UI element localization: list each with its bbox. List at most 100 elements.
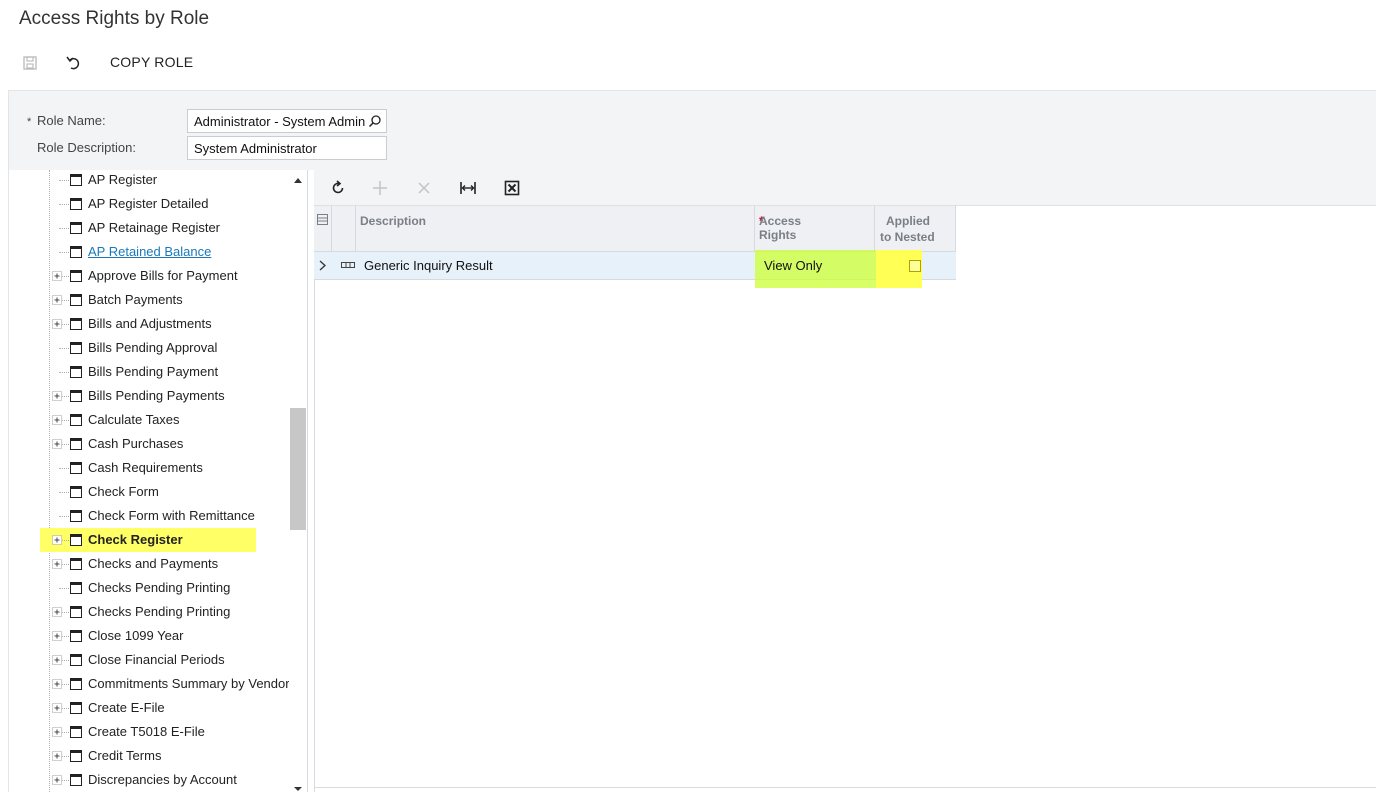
tree-connector (59, 492, 69, 493)
page-icon (70, 270, 82, 282)
delete-icon[interactable] (415, 179, 433, 197)
tree-item[interactable]: Calculate Taxes (8, 408, 290, 432)
fit-columns-icon[interactable] (459, 179, 477, 197)
tree-connector (59, 588, 69, 589)
tree-item[interactable]: Check Form with Remittance (8, 504, 290, 528)
tree-connector (59, 372, 69, 373)
tree-item-label: Bills Pending Payments (88, 388, 225, 403)
grid-bottom-border (314, 787, 1376, 788)
tree-item[interactable]: Checks Pending Printing (8, 600, 290, 624)
tree-item-label[interactable]: AP Retained Balance (88, 244, 211, 259)
tree-item[interactable]: Cash Purchases (8, 432, 290, 456)
tree-item[interactable]: AP Register (8, 168, 290, 192)
tree-item-label: Check Form (88, 484, 159, 499)
tree-item[interactable]: Check Form (8, 480, 290, 504)
page-icon (70, 726, 82, 738)
tree-item[interactable]: Bills and Adjustments (8, 312, 290, 336)
expand-icon[interactable] (52, 559, 62, 569)
tree-item-label: Cash Requirements (88, 460, 203, 475)
tree-item[interactable]: Close 1099 Year (8, 624, 290, 648)
copy-role-button[interactable]: COPY ROLE (110, 54, 193, 70)
expand-icon[interactable] (52, 679, 62, 689)
tree-item[interactable]: Create T5018 E-File (8, 720, 290, 744)
page-icon (70, 318, 82, 330)
expand-icon[interactable] (52, 727, 62, 737)
scroll-up-icon[interactable] (293, 176, 303, 184)
page-icon (70, 414, 82, 426)
save-icon[interactable] (21, 54, 39, 72)
row-access-rights[interactable]: View Only (764, 258, 822, 286)
tree-item-label: Check Form with Remittance (88, 508, 255, 523)
tree-item[interactable]: Checks and Payments (8, 552, 290, 576)
tree-item[interactable]: Batch Payments (8, 288, 290, 312)
tree-scroll-thumb[interactable] (290, 408, 306, 530)
tree-item-label: Checks and Payments (88, 556, 219, 571)
tree-item[interactable]: Checks Pending Printing (8, 576, 290, 600)
tree-item-label: AP Register (88, 172, 158, 187)
applied-to-nested-checkbox[interactable] (909, 260, 921, 272)
add-icon[interactable] (371, 179, 389, 197)
tree-item[interactable]: Cash Requirements (8, 456, 290, 480)
tree-item[interactable]: Check Register (8, 528, 290, 552)
expand-icon[interactable] (52, 751, 62, 761)
page-icon (70, 246, 82, 258)
expand-icon[interactable] (52, 703, 62, 713)
search-icon[interactable] (368, 114, 382, 128)
export-excel-icon[interactable] (503, 179, 521, 197)
expand-icon[interactable] (52, 415, 62, 425)
expand-icon[interactable] (52, 607, 62, 617)
page-icon (70, 510, 82, 522)
tree-item[interactable]: Discrepancies by Account (8, 768, 290, 792)
row-expand-icon[interactable] (319, 260, 326, 271)
tree-item[interactable]: Create E-File (8, 696, 290, 720)
expand-icon[interactable] (52, 655, 62, 665)
tree-item[interactable]: Credit Terms (8, 744, 290, 768)
access-rights-header[interactable]: * Access Rights (755, 206, 875, 252)
tree-item[interactable]: Bills Pending Payments (8, 384, 290, 408)
tree-item[interactable]: Commitments Summary by Vendor (8, 672, 290, 696)
tree-item-label: Cash Purchases (88, 436, 184, 451)
tree-item[interactable]: AP Register Detailed (8, 192, 290, 216)
main-toolbar: COPY ROLE (0, 48, 1376, 78)
expand-icon[interactable] (52, 271, 62, 281)
tree-connector (59, 228, 69, 229)
page-icon (70, 774, 82, 786)
tree-item-label: Discrepancies by Account (88, 772, 237, 787)
role-description-field[interactable]: System Administrator (187, 136, 387, 160)
row-description[interactable]: Generic Inquiry Result (364, 258, 493, 286)
row-type-icon (341, 262, 355, 268)
description-header[interactable]: Description (356, 206, 755, 252)
required-marker: * (27, 116, 32, 128)
tree-item-label: Bills Pending Payment (88, 364, 219, 379)
column-settings-icon[interactable] (317, 214, 328, 225)
tree-item-label: Bills and Adjustments (88, 316, 212, 331)
expand-icon[interactable] (52, 391, 62, 401)
tree-item-label: Batch Payments (88, 292, 183, 307)
tree-item[interactable]: Bills Pending Approval (8, 336, 290, 360)
tree-item[interactable]: Bills Pending Payment (8, 360, 290, 384)
scroll-down-icon[interactable] (293, 786, 303, 792)
tree-item[interactable]: AP Retained Balance (8, 240, 290, 264)
applied-to-nested-header[interactable]: Applied to Nested (875, 206, 956, 252)
expand-icon[interactable] (52, 775, 62, 785)
expand-icon[interactable] (52, 295, 62, 305)
page-icon (70, 558, 82, 570)
expand-icon[interactable] (52, 439, 62, 449)
tree-item-label: Bills Pending Approval (88, 340, 218, 355)
refresh-icon[interactable] (329, 179, 347, 197)
tree-item[interactable]: Close Financial Periods (8, 648, 290, 672)
column-settings-cell[interactable] (314, 206, 332, 252)
tree-item-label: Create T5018 E-File (88, 724, 205, 739)
tree-item-label: Checks Pending Printing (88, 580, 231, 595)
expand-icon[interactable] (52, 631, 62, 641)
page-icon (70, 294, 82, 306)
tree-item[interactable]: AP Retainage Register (8, 216, 290, 240)
page-icon (70, 702, 82, 714)
role-description-value: System Administrator (194, 141, 317, 156)
tree-item[interactable]: Approve Bills for Payment (8, 264, 290, 288)
role-name-field[interactable]: Administrator - System Admin (187, 109, 387, 133)
undo-icon[interactable] (65, 54, 83, 72)
expand-icon[interactable] (52, 535, 62, 545)
expand-icon[interactable] (52, 319, 62, 329)
tree-item-label: Credit Terms (88, 748, 162, 763)
